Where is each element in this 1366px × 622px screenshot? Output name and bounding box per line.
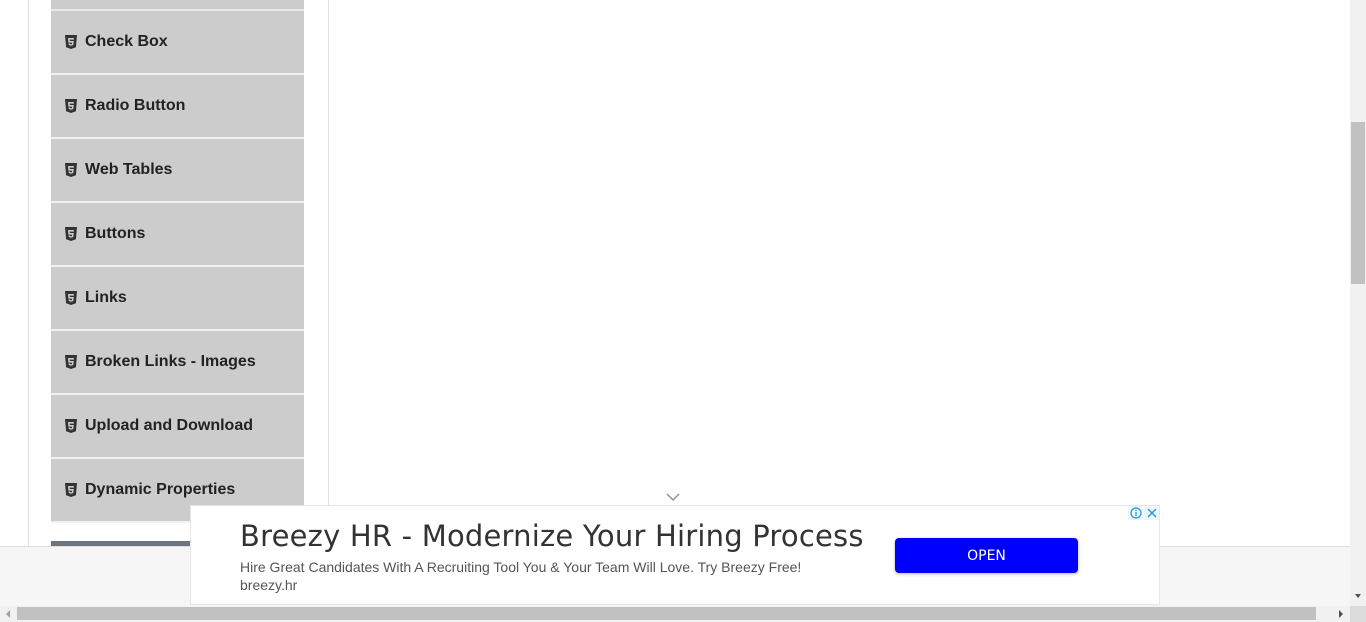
html5-icon — [65, 355, 77, 369]
sidebar-item-label: Radio Button — [85, 97, 186, 114]
sidebar-item-label: Check Box — [85, 33, 168, 50]
html5-icon — [65, 483, 77, 497]
scrollbar-corner — [1350, 606, 1366, 622]
info-icon[interactable] — [1128, 506, 1143, 520]
html5-icon — [65, 99, 77, 113]
html5-icon — [65, 163, 77, 177]
ad-open-button[interactable]: OPEN — [895, 538, 1078, 573]
content-divider — [328, 0, 329, 546]
sidebar-item-upload-and-download[interactable]: Upload and Download — [51, 395, 304, 459]
chevron-down-icon[interactable] — [666, 492, 680, 502]
vertical-scrollbar-thumb[interactable] — [1351, 122, 1365, 284]
html5-icon — [65, 291, 77, 305]
ad-title[interactable]: Breezy HR - Modernize Your Hiring Proces… — [240, 519, 864, 553]
sidebar-item-label: Broken Links - Images — [85, 353, 256, 370]
scroll-right-arrow-icon[interactable] — [1337, 609, 1345, 619]
sidebar-item-label: Buttons — [85, 225, 146, 242]
sidebar-item-label: Links — [85, 289, 127, 306]
close-icon[interactable] — [1144, 506, 1159, 520]
html5-icon — [65, 35, 77, 49]
scroll-down-arrow-icon[interactable] — [1353, 591, 1363, 601]
sidebar-item-radio-button[interactable]: Radio Button — [51, 75, 304, 139]
sidebar: Check Box Radio Button Web Tables Button… — [51, 0, 304, 523]
scroll-left-arrow-icon[interactable] — [4, 609, 12, 619]
sidebar-item-links[interactable]: Links — [51, 267, 304, 331]
sidebar-item-label: Upload and Download — [85, 417, 253, 434]
vertical-scrollbar[interactable] — [1350, 0, 1366, 606]
sidebar-item-web-tables[interactable]: Web Tables — [51, 139, 304, 203]
sidebar-item-buttons[interactable]: Buttons — [51, 203, 304, 267]
html5-icon — [65, 419, 77, 433]
sidebar-item-partial[interactable] — [51, 0, 304, 11]
ad-description[interactable]: Hire Great Candidates With A Recruiting … — [240, 559, 801, 575]
ad-banner[interactable]: Breezy HR - Modernize Your Hiring Proces… — [190, 505, 1160, 605]
horizontal-scrollbar-thumb[interactable] — [17, 607, 1316, 620]
sidebar-item-label: Web Tables — [85, 161, 173, 178]
sidebar-item-check-box[interactable]: Check Box — [51, 11, 304, 75]
ad-domain[interactable]: breezy.hr — [240, 577, 297, 593]
sidebar-item-broken-links-images[interactable]: Broken Links - Images — [51, 331, 304, 395]
ad-badges — [1128, 506, 1159, 520]
html5-icon — [65, 227, 77, 241]
sidebar-item-label: Dynamic Properties — [85, 481, 236, 498]
